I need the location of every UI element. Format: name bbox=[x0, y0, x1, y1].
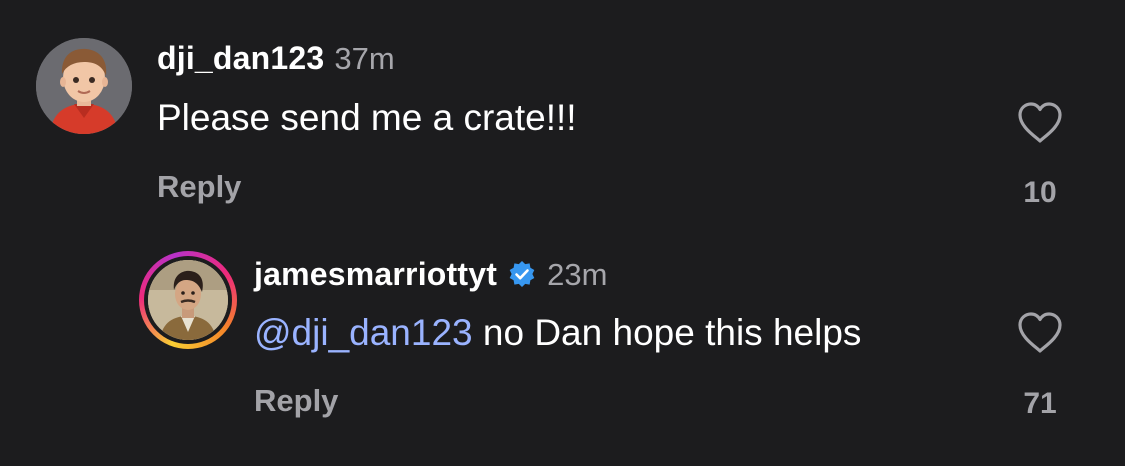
username[interactable]: dji_dan123 bbox=[157, 40, 324, 77]
comment-text: @dji_dan123 no Dan hope this helps bbox=[254, 312, 861, 354]
memoji-avatar-image bbox=[36, 38, 132, 134]
like-count: 71 bbox=[1023, 387, 1057, 420]
story-ring[interactable] bbox=[139, 251, 237, 349]
comment-text: Please send me a crate!!! bbox=[157, 97, 577, 139]
heart-outline-icon bbox=[1018, 102, 1062, 143]
reply-button[interactable]: Reply bbox=[254, 383, 338, 419]
comment-header: dji_dan123 37m bbox=[157, 40, 395, 77]
verified-badge-icon bbox=[507, 260, 537, 290]
mention-link[interactable]: @dji_dan123 bbox=[254, 312, 473, 353]
comment-body: Please send me a crate!!! bbox=[157, 97, 577, 138]
comment: dji_dan123 37m Please send me a crate!!!… bbox=[0, 0, 1125, 230]
comment-reply: jamesmarriottyt 23m @dji_dan123 no Dan h… bbox=[0, 230, 1125, 466]
avatar-jamesmarriottyt bbox=[148, 260, 228, 340]
comment-header: jamesmarriottyt 23m bbox=[254, 255, 607, 293]
avatar-dji-dan123[interactable] bbox=[36, 38, 132, 134]
profile-photo bbox=[148, 260, 228, 340]
like-button[interactable] bbox=[1016, 311, 1064, 355]
like-button[interactable] bbox=[1016, 101, 1064, 145]
timestamp: 23m bbox=[547, 257, 608, 292]
reply-button[interactable]: Reply bbox=[157, 169, 241, 205]
like-count: 10 bbox=[1023, 176, 1057, 209]
username[interactable]: jamesmarriottyt bbox=[254, 256, 497, 293]
comment-body: no Dan hope this helps bbox=[472, 312, 862, 353]
timestamp: 37m bbox=[334, 41, 395, 76]
heart-outline-icon bbox=[1018, 312, 1062, 353]
